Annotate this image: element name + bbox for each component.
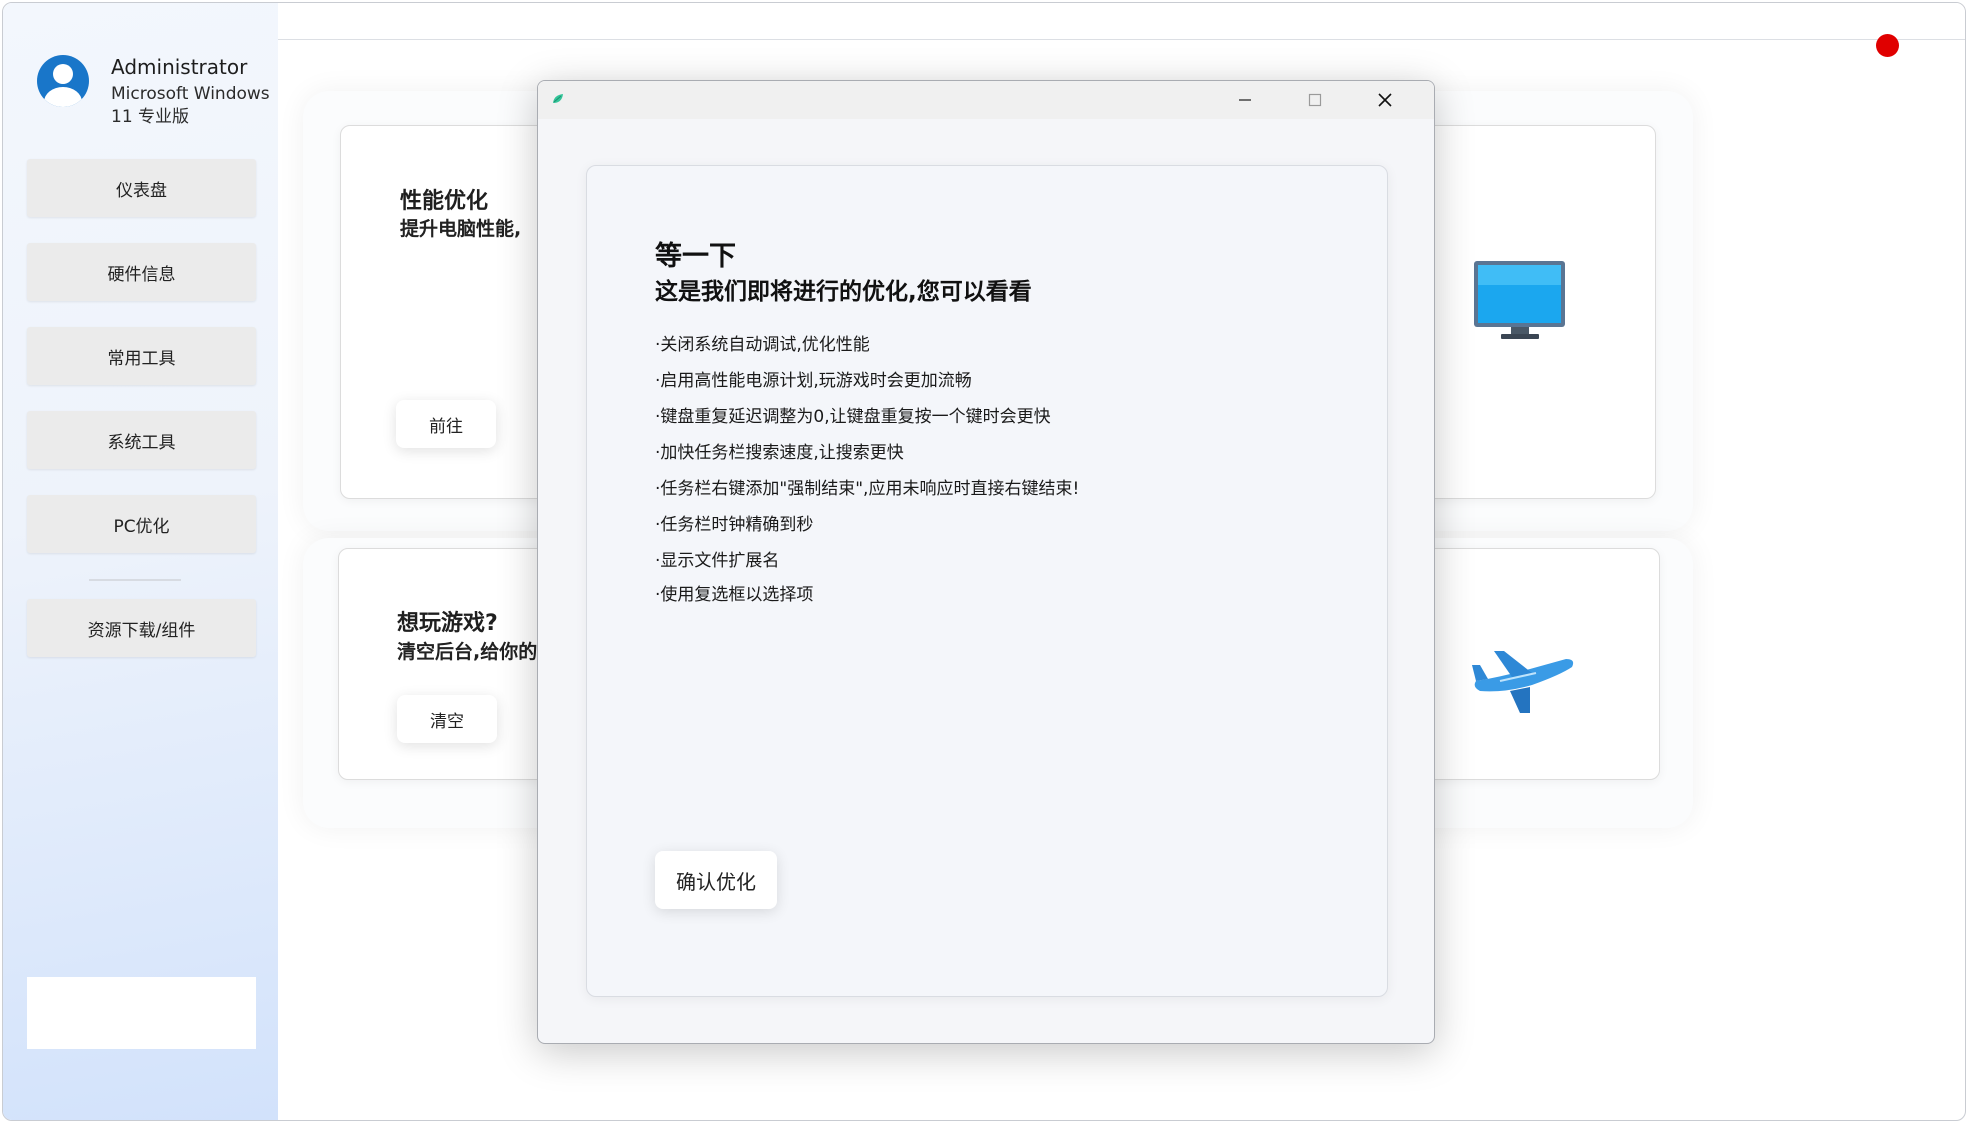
performance-title: 性能优化 — [400, 189, 489, 214]
optimization-item: ·使用复选框以选择项 — [655, 585, 814, 605]
optimization-item: ·启用高性能电源计划,玩游戏时会更加流畅 — [655, 371, 972, 391]
clear-background-button[interactable]: 清空 — [397, 695, 497, 743]
nav-hardware-info-button[interactable]: 硬件信息 — [27, 243, 256, 301]
nav-resource-download-button[interactable]: 资源下载/组件 — [27, 599, 256, 657]
dialog-titlebar — [538, 81, 1434, 119]
app-leaf-icon — [553, 94, 563, 103]
performance-subtitle: 提升电脑性能, — [400, 218, 522, 240]
confirm-optimization-button[interactable]: 确认优化 — [655, 851, 777, 909]
dialog-content-panel: 等一下 这是我们即将进行的优化,您可以看看 ·关闭系统自动调试,优化性能 ·启用… — [586, 165, 1388, 997]
user-name: Administrator — [111, 55, 248, 79]
sidebar: Administrator Microsoft Windows 11 专业版 仪… — [3, 3, 278, 1120]
optimization-item: ·键盘重复延迟调整为0,让键盘重复按一个键时会更快 — [655, 407, 1051, 427]
maximize-icon — [1308, 93, 1322, 107]
maximize-button[interactable] — [1288, 81, 1342, 119]
user-avatar-icon — [37, 55, 89, 107]
sidebar-bottom-panel — [27, 977, 256, 1049]
minimize-button[interactable] — [1218, 81, 1272, 119]
nav-common-tools-button[interactable]: 常用工具 — [27, 327, 256, 385]
top-bar — [278, 3, 1965, 40]
optimization-item: ·关闭系统自动调试,优化性能 — [655, 335, 870, 355]
optimization-item: ·加快任务栏搜索速度,让搜索更快 — [655, 443, 904, 463]
close-button[interactable] — [1358, 81, 1412, 119]
airplane-icon — [1472, 651, 1574, 713]
close-icon — [1378, 93, 1392, 107]
minimize-icon — [1239, 99, 1251, 101]
performance-go-button[interactable]: 前往 — [396, 400, 496, 448]
game-subtitle: 清空后台,给你的 — [397, 641, 538, 663]
nav-divider — [89, 579, 181, 581]
monitor-icon — [1474, 261, 1565, 339]
optimization-item: ·显示文件扩展名 — [655, 551, 780, 571]
nav-system-tools-button[interactable]: 系统工具 — [27, 411, 256, 469]
optimization-dialog: 等一下 这是我们即将进行的优化,您可以看看 ·关闭系统自动调试,优化性能 ·启用… — [537, 80, 1435, 1044]
optimization-item: ·任务栏时钟精确到秒 — [655, 515, 814, 535]
dialog-heading: 等一下 — [655, 241, 736, 272]
nav-dashboard-button[interactable]: 仪表盘 — [27, 159, 256, 217]
optimization-item: ·任务栏右键添加"强制结束",应用未响应时直接右键结束! — [655, 479, 1080, 499]
dialog-subheading: 这是我们即将进行的优化,您可以看看 — [655, 279, 1032, 305]
status-indicator-icon — [1876, 34, 1899, 57]
nav-pc-optimize-button[interactable]: PC优化 — [27, 495, 256, 553]
os-version: Microsoft Windows 11 专业版 — [111, 84, 270, 127]
game-title: 想玩游戏? — [397, 611, 498, 636]
app-window: Administrator Microsoft Windows 11 专业版 仪… — [2, 2, 1966, 1121]
